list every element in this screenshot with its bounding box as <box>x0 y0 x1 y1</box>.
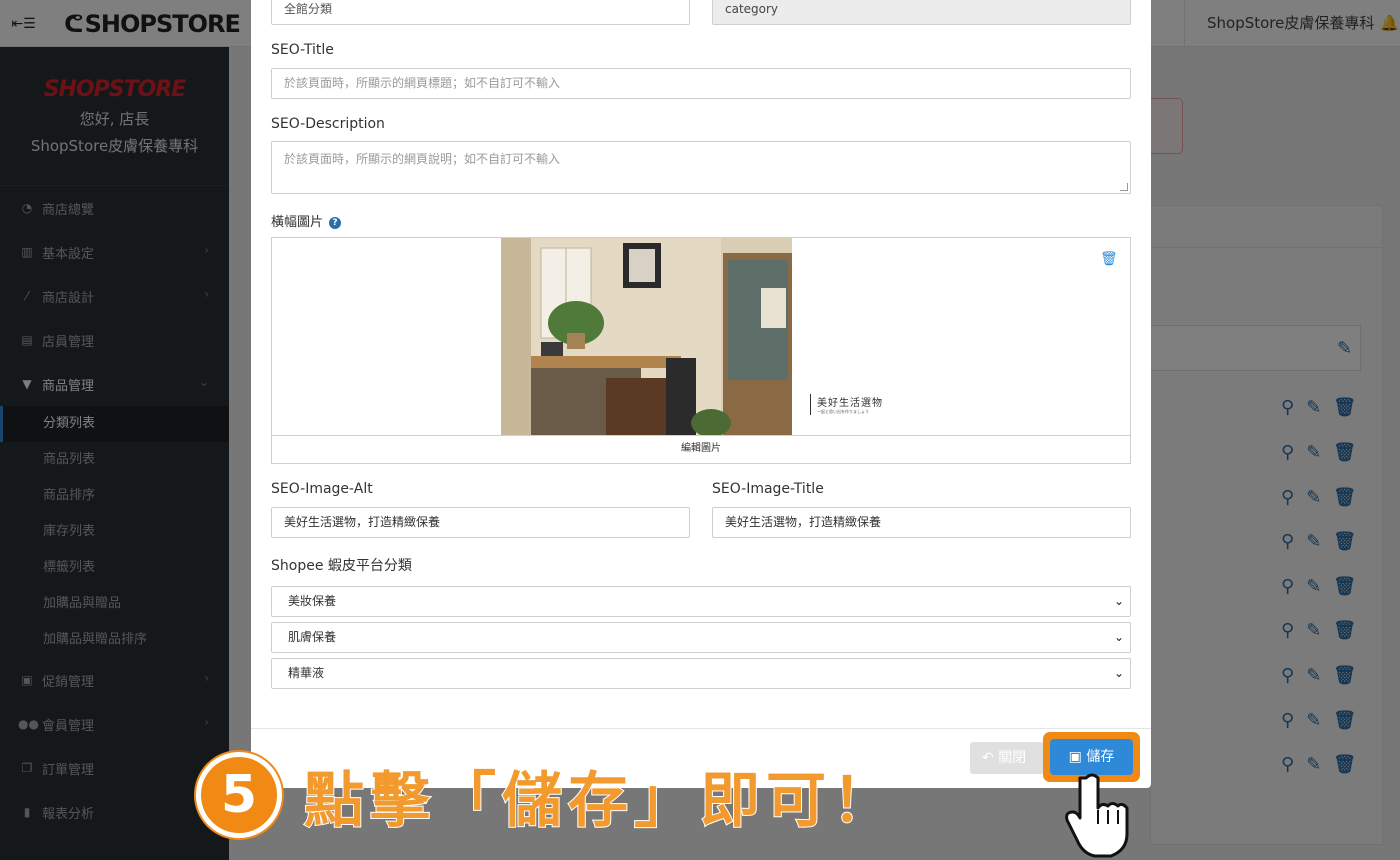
banner-photo <box>501 238 792 435</box>
close-button[interactable]: ↶ 關閉 <box>970 742 1044 774</box>
help-icon[interactable]: ? <box>329 217 342 229</box>
category-name-field[interactable]: 全館分類 <box>271 0 690 25</box>
resize-handle[interactable] <box>1120 183 1128 191</box>
chevron-down-icon: ⌄ <box>1113 666 1124 680</box>
seo-description-textarea[interactable]: 於該頁面時，所顯示的網頁說明；如不自訂可不輸入 <box>271 141 1131 194</box>
seo-image-alt-input[interactable]: 美好生活選物，打造精緻保養 <box>271 507 690 538</box>
select-value: 精華液 <box>288 666 325 680</box>
seo-title-placeholder: 於該頁面時，所顯示的網頁標題；如不自訂可不輸入 <box>284 76 561 90</box>
shopee-category-label: Shopee 蝦皮平台分類 <box>271 558 412 574</box>
banner-label-text: 橫幅圖片 <box>271 215 324 230</box>
shopee-category-select-1[interactable]: 美妝保養 ⌄ <box>271 586 1131 617</box>
shopee-category-select-2[interactable]: 肌膚保養 ⌄ <box>271 622 1131 653</box>
banner-image-label: 橫幅圖片? <box>271 211 342 230</box>
edit-image-button[interactable]: 編輯圖片 <box>272 435 1130 463</box>
seo-image-alt-label: SEO-Image-Alt <box>271 481 373 497</box>
select-value: 肌膚保養 <box>288 630 337 644</box>
chevron-down-icon: ⌄ <box>1113 594 1124 608</box>
delete-banner-icon[interactable]: 🗑 <box>1100 251 1118 267</box>
close-label: 關閉 <box>998 750 1027 766</box>
seo-image-title-label: SEO-Image-Title <box>712 481 824 497</box>
banner-caption-sub: 一起と思い出を作りましょう <box>817 409 869 414</box>
step-number: 5 <box>196 752 282 838</box>
seo-description-label: SEO-Description <box>271 116 385 132</box>
chevron-down-icon: ⌄ <box>1113 630 1124 644</box>
seo-title-label: SEO-Title <box>271 42 334 58</box>
banner-caption: 美好生活選物 一起と思い出を作りましょう <box>810 394 883 415</box>
callout-text: 點擊「儲存」即可！ <box>303 765 898 837</box>
pointer-hand-icon <box>1064 772 1134 858</box>
category-slug-field[interactable]: category <box>712 0 1131 25</box>
shopee-category-select-3[interactable]: 精華液 ⌄ <box>271 658 1131 689</box>
tutorial-callout: 5 點擊「儲存」即可！ <box>196 752 898 838</box>
save-label: 儲存 <box>1086 749 1115 765</box>
modal-footer-divider <box>251 728 1151 729</box>
undo-icon: ↶ <box>982 750 999 766</box>
floppy-icon: ▣ <box>1068 749 1087 765</box>
save-button[interactable]: ▣ 儲存 <box>1050 739 1133 775</box>
select-value: 美妝保養 <box>288 594 337 608</box>
seo-description-placeholder: 於該頁面時，所顯示的網頁說明；如不自訂可不輸入 <box>284 152 561 166</box>
seo-title-input[interactable]: 於該頁面時，所顯示的網頁標題；如不自訂可不輸入 <box>271 68 1131 99</box>
seo-image-title-input[interactable]: 美好生活選物，打造精緻保養 <box>712 507 1131 538</box>
banner-caption-main: 美好生活選物 <box>817 398 883 409</box>
banner-image-box: 美好生活選物 一起と思い出を作りましょう 🗑 編輯圖片 <box>271 237 1131 464</box>
